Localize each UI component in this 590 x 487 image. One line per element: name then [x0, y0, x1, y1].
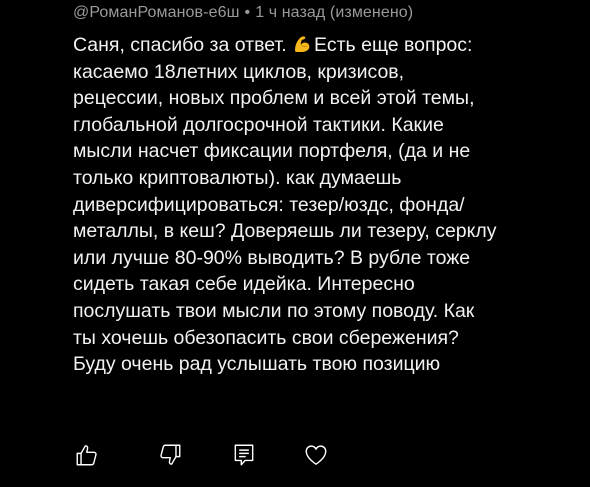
edited-label: (изменено): [329, 4, 414, 21]
dislike-button[interactable]: [156, 441, 184, 469]
comment-text: Саня, спасибо за ответ. Есть еще вопрос:…: [73, 32, 578, 378]
comment-line: ты хочешь обезопасить свои сбережения?: [73, 326, 459, 349]
comment-actions: [73, 441, 373, 469]
comment-line: Саня, спасибо за ответ. Есть еще вопрос:: [73, 32, 578, 59]
comment-line: мысли насчет фиксации портфеля, (да и не: [73, 140, 471, 163]
reply-button[interactable]: [230, 441, 258, 469]
flexed-biceps-icon: [295, 36, 310, 52]
comment-line-text: Есть еще вопрос:: [314, 34, 473, 56]
comment-line: глобальной долгосрочной тактики. Какие: [73, 113, 444, 136]
comment-line: касаемо 18летних циклов, кризисов,: [73, 60, 405, 83]
comment-line: металлы, в кеш? Доверяешь ли тезеру, сер…: [73, 220, 497, 243]
comment-line-text: Саня, спасибо за ответ.: [73, 34, 293, 56]
comment-time: 1 ч назад: [255, 4, 326, 21]
comment-line: рецессии, новых проблем и всей этой темы…: [73, 87, 475, 110]
comment-line: сидеть такая себе идейка. Интересно: [73, 273, 415, 296]
comment-line: или лучше 80-90% выводить? В рубле тоже: [73, 246, 471, 269]
thumbs-up-icon: [76, 445, 97, 466]
heart-icon: [305, 445, 327, 465]
comment-line: послушать твои мысли по этому поводу. Ка…: [73, 299, 475, 322]
author-handle[interactable]: @РоманРоманов-е6ш: [73, 4, 240, 21]
comment-line: только криптовалюты). как думаешь: [73, 166, 402, 189]
reply-comment-icon: [234, 444, 254, 466]
thumbs-down-icon: [160, 444, 181, 465]
like-button[interactable]: [73, 441, 101, 469]
meta-separator: •: [244, 4, 251, 21]
comment-meta: @РоманРоманов-е6ш • 1 ч назад (изменено): [73, 4, 413, 22]
heart-button[interactable]: [302, 441, 330, 469]
comment-line: Буду очень рад услышать твою позицию: [73, 353, 441, 376]
comment-line: диверсифицироваться: тезер/юздс, фонда/: [73, 193, 465, 216]
